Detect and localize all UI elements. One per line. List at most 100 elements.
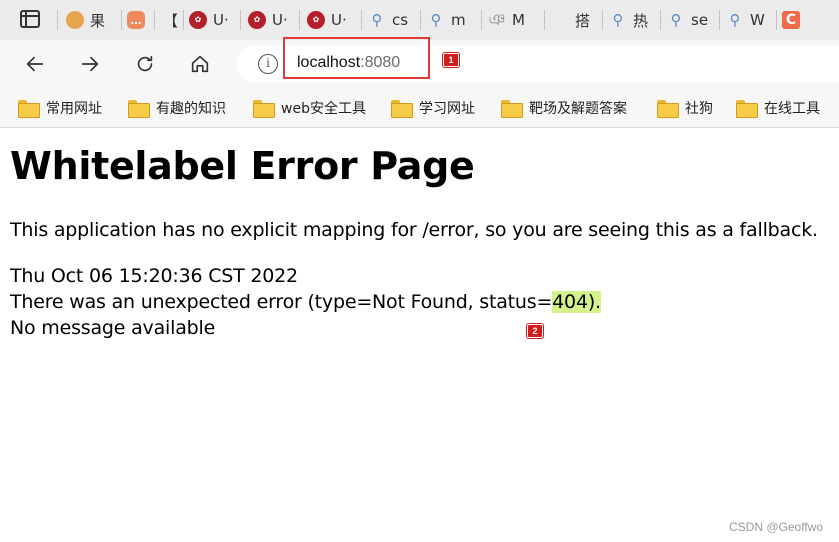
tab-separator (544, 10, 545, 30)
tab-separator (776, 10, 777, 30)
tab-10[interactable]: ⚲ 热 (609, 6, 657, 34)
tab-4[interactable]: ✿ U· (248, 6, 294, 34)
tab-label: se (691, 11, 709, 29)
tab-label: cs (392, 11, 409, 29)
university-seal-icon: ✿ (307, 11, 325, 29)
script-icon: ঞ (488, 10, 506, 29)
tab-3[interactable]: ✿ U· (189, 6, 235, 34)
refresh-button[interactable] (129, 48, 161, 80)
tab-separator (57, 10, 58, 30)
tab-11[interactable]: ⚲ se (667, 6, 715, 34)
tab-label: M (512, 11, 525, 29)
tab-5[interactable]: ✿ U· (307, 6, 357, 34)
url-port: :8080 (360, 54, 401, 71)
tab-1[interactable]: … (127, 6, 153, 34)
refresh-icon (137, 55, 153, 72)
tab-7[interactable]: ⚲ m (427, 6, 477, 34)
forward-button[interactable] (74, 48, 106, 80)
forward-arrow-icon (81, 56, 99, 72)
tab-label: U· (272, 11, 288, 29)
tab-separator (121, 10, 122, 30)
tab-label: U· (331, 11, 347, 29)
bookmark-label: 社狗 (685, 101, 713, 117)
university-seal-icon: ✿ (189, 11, 207, 29)
tab-8[interactable]: ঞ M (488, 6, 540, 34)
home-icon (191, 55, 209, 73)
tab-actions-menu-icon[interactable] (20, 10, 40, 28)
search-icon: ⚲ (670, 10, 682, 29)
search-icon: ⚲ (729, 10, 741, 29)
folder-icon (128, 100, 150, 118)
bookmark-folder[interactable]: 在线工具 (736, 96, 820, 120)
page-content: Whitelabel Error Page This application h… (0, 129, 839, 542)
page-title: Whitelabel Error Page (10, 144, 475, 188)
tab-0[interactable]: 果 (66, 6, 116, 34)
back-button[interactable] (19, 48, 51, 80)
url-text[interactable]: localhost:8080 (297, 54, 400, 72)
tab-separator (361, 10, 362, 30)
folder-icon (736, 100, 758, 118)
tab-separator (183, 10, 184, 30)
bookmark-folder[interactable]: 社狗 (657, 96, 713, 120)
bookmark-folder[interactable]: 常用网址 (18, 96, 102, 120)
bookmarks-bar: 常用网址 有趣的知识 web安全工具 学习网址 靶场及解题答案 社狗 在线工具 (0, 88, 839, 128)
bookmark-label: 靶场及解题答案 (529, 101, 627, 117)
error-suffix: ). (587, 291, 601, 313)
site-info-icon[interactable]: i (258, 54, 278, 74)
csdn-icon: C (782, 11, 800, 29)
tab-separator (660, 10, 661, 30)
bookmark-label: web安全工具 (281, 101, 366, 117)
folder-icon (657, 100, 679, 118)
bookmark-label: 学习网址 (419, 101, 475, 117)
bookmark-folder[interactable]: 学习网址 (391, 96, 475, 120)
error-prefix: There was an unexpected error (type=Not … (10, 291, 553, 313)
annotation-badge-1: 1 (443, 53, 459, 67)
tab-label: 果 (90, 11, 106, 30)
tab-label: 【 (163, 11, 179, 30)
search-icon: ⚲ (430, 10, 442, 29)
bookmark-folder[interactable]: 靶场及解题答案 (501, 96, 627, 120)
tab-label: W (750, 11, 765, 29)
tab-2[interactable]: 【 (163, 6, 179, 34)
intro-text: This application has no explicit mapping… (10, 219, 818, 241)
tab-12[interactable]: ⚲ W (726, 6, 772, 34)
tab-9[interactable]: 搭 (575, 6, 599, 34)
tab-separator (602, 10, 603, 30)
folder-icon (18, 100, 40, 118)
tab-label: U· (213, 11, 229, 29)
bookmark-label: 在线工具 (764, 101, 820, 117)
back-arrow-icon (26, 56, 44, 72)
tab-6[interactable]: ⚲ cs (368, 6, 416, 34)
tab-separator (481, 10, 482, 30)
watermark: CSDN @Geoffwo (729, 520, 823, 534)
university-seal-icon: ✿ (248, 11, 266, 29)
timestamp-text: Thu Oct 06 15:20:36 CST 2022 (10, 265, 298, 287)
tab-separator (154, 10, 155, 30)
bookmark-label: 有趣的知识 (156, 101, 226, 117)
bookmark-folder[interactable]: 有趣的知识 (128, 96, 226, 120)
address-bar[interactable]: i localhost:8080 (236, 45, 839, 83)
url-host: localhost (297, 54, 361, 71)
tab-separator (240, 10, 241, 30)
bookmark-folder[interactable]: web安全工具 (253, 96, 366, 120)
folder-icon (253, 100, 275, 118)
tab-label: 搭 (575, 11, 591, 30)
tab-separator (299, 10, 300, 30)
tab-strip: 果 … 【 ✿ U· ✿ U· ✿ U· ⚲ cs ⚲ m ঞ M 搭 ⚲ 热 … (0, 0, 839, 40)
tab-label: m (451, 11, 466, 29)
search-icon: ⚲ (612, 10, 624, 29)
tab-13[interactable]: C (782, 6, 839, 34)
status-code: 404 (552, 291, 588, 313)
tab-separator (719, 10, 720, 30)
search-icon: ⚲ (371, 10, 383, 29)
tab-separator (420, 10, 421, 30)
browser-toolbar: i localhost:8080 (0, 40, 839, 88)
error-line: There was an unexpected error (type=Not … (10, 291, 601, 313)
folder-icon (501, 100, 523, 118)
bookmark-label: 常用网址 (46, 101, 102, 117)
chat-icon: … (127, 11, 145, 29)
fruit-icon (66, 11, 84, 29)
message-text: No message available (10, 317, 216, 339)
folder-icon (391, 100, 413, 118)
home-button[interactable] (184, 48, 216, 80)
